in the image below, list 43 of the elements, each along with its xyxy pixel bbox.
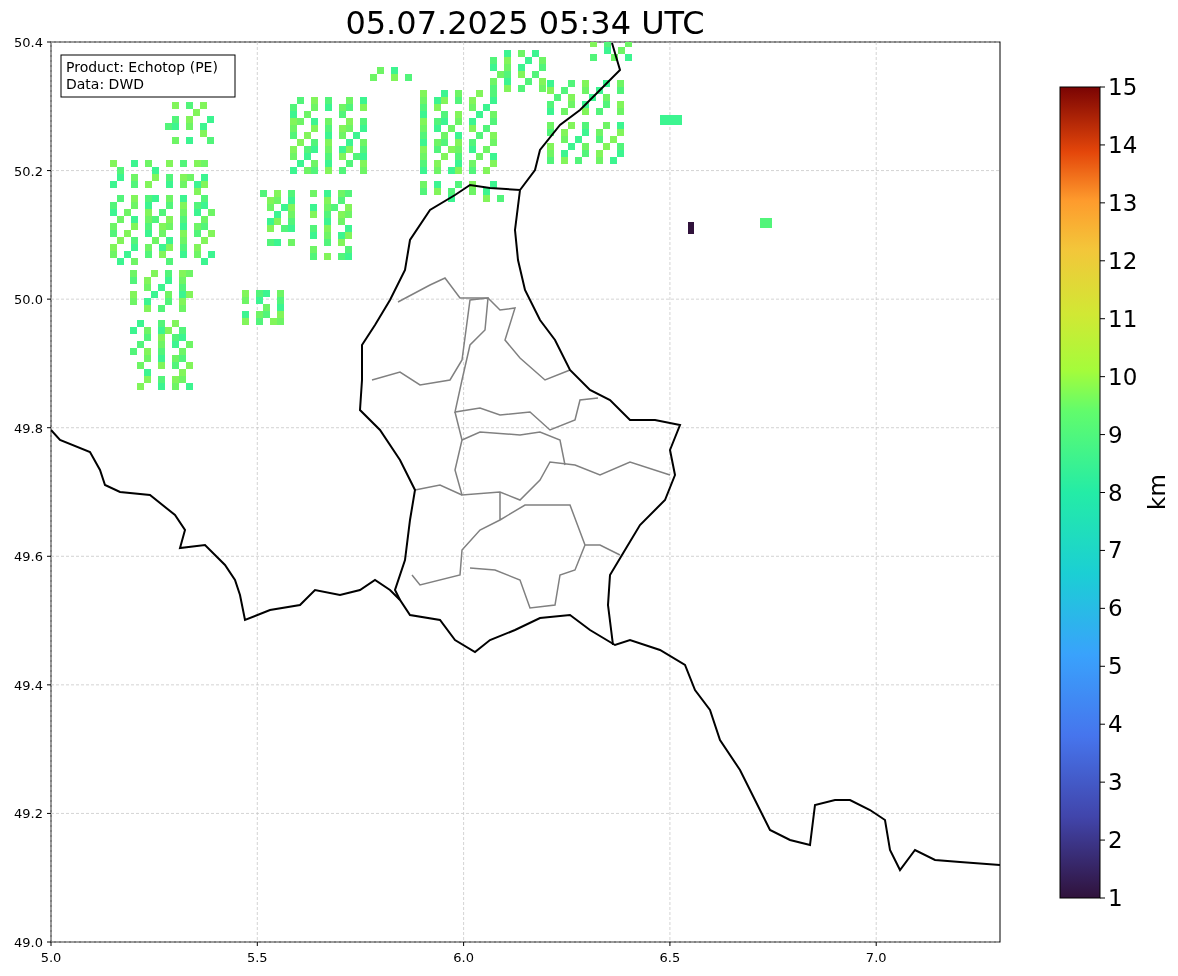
colorbar-tick-label: 15 — [1108, 74, 1138, 100]
colorbar-tick-label: 10 — [1108, 363, 1138, 390]
radar-echo-drawing — [310, 190, 352, 260]
radar-echo-drawing — [130, 320, 193, 390]
colorbar-tick-label: 2 — [1108, 827, 1123, 854]
colorbar-tick-label: 6 — [1108, 595, 1123, 622]
colorbar-tick-label: 14 — [1108, 131, 1138, 158]
colorbar-tick-label: 1 — [1108, 885, 1123, 911]
info-text: Product: Echotop (PE) — [66, 59, 218, 75]
axis-tick-label: 5.5 — [246, 950, 268, 965]
radar-echo-drawing — [165, 102, 214, 144]
colorbar-tick-label: 7 — [1108, 537, 1123, 564]
colorbar-tick-label: 11 — [1108, 305, 1138, 332]
radar-echo-drawing — [590, 42, 632, 61]
axis-tick-label: 5.0 — [40, 950, 62, 965]
axis-tick-label: 49.6 — [14, 549, 43, 565]
radar-echo-drawing — [760, 218, 772, 228]
colorbar-tick-label: 5 — [1108, 653, 1123, 680]
colorbar-tick-label: 12 — [1108, 247, 1138, 274]
axis-tick-label: 49.8 — [14, 420, 43, 436]
colorbar-tick-label: 9 — [1108, 421, 1123, 448]
colorbar-tick-label: 3 — [1108, 769, 1123, 796]
axis-tick-label: 6.5 — [659, 950, 681, 965]
axis-tick-label: 50.0 — [14, 292, 43, 308]
radar-echo-drawing — [370, 67, 412, 81]
colorbar-tick-label: 8 — [1108, 479, 1123, 506]
info-text: Data: DWD — [66, 76, 144, 92]
axis-tick-label: 6.0 — [453, 950, 474, 965]
colorbar-label: km — [1144, 474, 1170, 510]
radar-echo-drawing — [242, 290, 284, 325]
axis-tick-label: 49.0 — [14, 935, 43, 950]
radar-echo-drawing — [130, 270, 193, 312]
radar-echo-drawing — [660, 115, 682, 125]
colorbar-tick-label: 4 — [1108, 711, 1123, 738]
colorbar-tick-label: 13 — [1108, 189, 1138, 216]
axis-tick-label: 7.0 — [865, 950, 887, 965]
radar-echo-drawing — [260, 190, 295, 246]
chart-title: 05.07.2025 05:34 UTC — [345, 4, 705, 42]
axis-tick-label: 50.2 — [14, 163, 43, 179]
axis-tick-label: 50.4 — [14, 35, 43, 50]
axis-tick-label: 49.4 — [14, 677, 43, 693]
radar-echo-drawing — [688, 222, 694, 234]
axis-tick-label: 49.2 — [14, 806, 43, 822]
